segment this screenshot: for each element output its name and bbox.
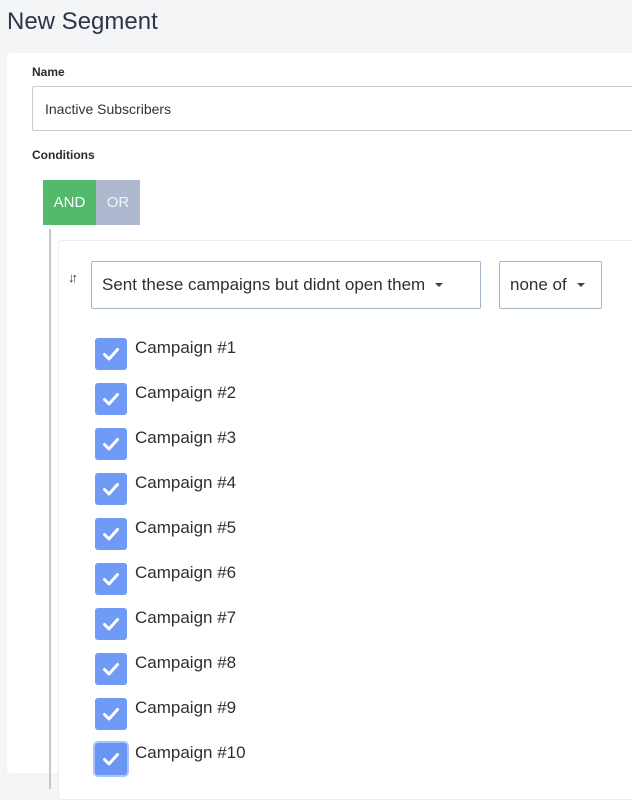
campaign-item[interactable]: Campaign #1: [95, 338, 246, 383]
campaign-checkbox[interactable]: [95, 428, 127, 460]
name-input[interactable]: [32, 86, 632, 131]
campaign-label: Campaign #8: [135, 653, 237, 672]
campaign-item[interactable]: Campaign #2: [95, 383, 246, 428]
segment-form-card: Name Conditions AND OR ↓↑ Sent these cam…: [7, 53, 632, 800]
checkmark-icon: [103, 708, 119, 721]
caret-down-icon: [576, 283, 585, 287]
campaign-checkbox[interactable]: [95, 608, 127, 640]
campaign-checkbox[interactable]: [95, 563, 127, 595]
campaign-list: Campaign #1 Campaign #2 Campaign #3 Campaig…: [95, 338, 246, 788]
campaign-label: Campaign #6: [135, 563, 237, 582]
campaign-checkbox[interactable]: [95, 338, 127, 370]
or-button[interactable]: OR: [96, 180, 140, 225]
campaign-label: Campaign #9: [135, 698, 237, 717]
checkmark-icon: [103, 483, 119, 496]
campaign-label: Campaign #10: [135, 743, 246, 762]
campaign-item[interactable]: Campaign #9: [95, 698, 246, 743]
checkmark-icon: [103, 393, 119, 406]
sort-arrows-icon[interactable]: ↓↑: [68, 270, 78, 285]
checkmark-icon: [103, 348, 119, 361]
campaign-item[interactable]: Campaign #4: [95, 473, 246, 518]
name-label: Name: [32, 65, 65, 79]
campaign-checkbox[interactable]: [95, 698, 127, 730]
logic-toggle: AND OR: [43, 180, 140, 225]
campaign-label: Campaign #7: [135, 608, 237, 627]
campaign-label: Campaign #4: [135, 473, 237, 492]
campaign-item[interactable]: Campaign #3: [95, 428, 246, 473]
checkmark-icon: [103, 528, 119, 541]
checkmark-icon: [103, 663, 119, 676]
condition-type-value: Sent these campaigns but didnt open them: [102, 275, 426, 294]
campaign-item[interactable]: Campaign #10: [95, 743, 246, 788]
condition-box: ↓↑ Sent these campaigns but didnt open t…: [58, 240, 632, 800]
campaign-item[interactable]: Campaign #7: [95, 608, 246, 653]
condition-tree-line: [49, 229, 51, 789]
checkmark-icon: [103, 753, 119, 766]
campaign-label: Campaign #2: [135, 383, 237, 402]
campaign-checkbox[interactable]: [95, 518, 127, 550]
checkmark-icon: [103, 438, 119, 451]
operator-value: none of: [510, 275, 567, 294]
campaign-checkbox[interactable]: [95, 743, 127, 775]
operator-select[interactable]: none of: [499, 261, 602, 309]
page-title: New Segment: [7, 8, 158, 35]
campaign-label: Campaign #5: [135, 518, 237, 537]
and-button[interactable]: AND: [43, 180, 96, 225]
checkmark-icon: [103, 573, 119, 586]
condition-type-select[interactable]: Sent these campaigns but didnt open them: [91, 261, 481, 309]
conditions-label: Conditions: [32, 148, 95, 162]
caret-down-icon: [435, 283, 444, 287]
campaign-item[interactable]: Campaign #5: [95, 518, 246, 563]
campaign-item[interactable]: Campaign #8: [95, 653, 246, 698]
campaign-checkbox[interactable]: [95, 383, 127, 415]
checkmark-icon: [103, 618, 119, 631]
campaign-checkbox[interactable]: [95, 653, 127, 685]
campaign-checkbox[interactable]: [95, 473, 127, 505]
campaign-label: Campaign #3: [135, 428, 237, 447]
campaign-item[interactable]: Campaign #6: [95, 563, 246, 608]
campaign-label: Campaign #1: [135, 338, 237, 357]
